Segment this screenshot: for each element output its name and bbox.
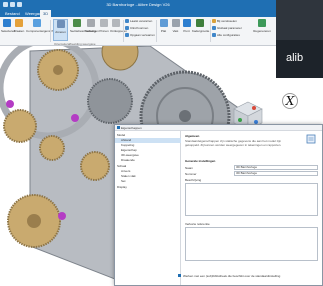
- name-label: Naam: [185, 166, 194, 170]
- brass-gear: [3, 109, 37, 143]
- tree-item[interactable]: Draaiende: [115, 158, 181, 163]
- brass-gear: [80, 151, 110, 181]
- pin-marker: [6, 100, 14, 108]
- parameter-icon: [212, 26, 216, 31]
- ribbon-separator: [123, 20, 124, 42]
- pin-marker: [71, 114, 79, 122]
- ribbon-button-label: Kadergrootte: [192, 29, 210, 33]
- ribbon-small-button[interactable]: Bij verwisselen: [212, 19, 237, 25]
- short-reference-textarea[interactable]: [185, 227, 318, 261]
- view-icon: [125, 26, 129, 31]
- view-icon: [125, 33, 129, 38]
- pin-icon: [100, 19, 108, 27]
- ribbon-button-flat[interactable]: Plat: [158, 19, 169, 33]
- section-icon: [73, 19, 81, 27]
- alibre-banner: alib: [276, 40, 323, 78]
- ribbon-button-label: Arceren: [55, 30, 66, 34]
- ribbon-button-hatch[interactable]: Arceren: [53, 19, 68, 41]
- cursor-icon: [3, 19, 11, 27]
- name-field[interactable]: 3D Barnhorloge: [234, 165, 318, 170]
- title-bar: 3D Barnhorloge - Alibre Design V26: [0, 0, 276, 9]
- gear-hub: [53, 65, 63, 75]
- ribbon-button-hide[interactable]: Verbergen: [85, 19, 99, 33]
- ribbon-small-label: Bij verwisselen: [217, 19, 237, 23]
- ribbon-separator: [210, 20, 211, 42]
- swap-icon: [212, 19, 216, 24]
- ribbon-tabs: Bestand Weergave 3D: [0, 9, 276, 17]
- properties-content: Algemeen Standaardeigenschappen zijn sta…: [182, 131, 322, 285]
- number-field[interactable]: 3D Barnhorloge: [234, 171, 318, 176]
- tree-item[interactable]: Display: [115, 185, 181, 190]
- ribbon-button-point[interactable]: Punt: [181, 19, 192, 33]
- window-title: 3D Barnhorloge - Alibre Design V26: [106, 2, 170, 7]
- flat-view-icon: [159, 19, 168, 27]
- pin-marker: [58, 212, 66, 220]
- properties-icon: [117, 126, 120, 129]
- rotate-icon: [15, 19, 23, 27]
- library-checkbox[interactable]: [178, 274, 181, 277]
- view-icon: [125, 19, 129, 24]
- document-icon: [306, 134, 316, 144]
- right-panel-top: [276, 0, 323, 40]
- hatch-icon: [56, 20, 65, 28]
- hide-icon: [87, 19, 95, 27]
- component-icon: [33, 19, 41, 27]
- gear-hub: [179, 110, 191, 122]
- tab-bestand[interactable]: Bestand: [2, 10, 23, 17]
- ribbon-small-button[interactable]: Laatst verwarren: [125, 19, 152, 25]
- properties-dialog: Eigenschappen Model Afstand Koppeling Ei…: [114, 124, 323, 286]
- ribbon-small-label: Laatst verwarren: [130, 19, 153, 23]
- alibre-banner-text: alib: [286, 52, 304, 64]
- ribbon-button-select[interactable]: Selecteren: [1, 19, 15, 33]
- ribbon-button-rotate[interactable]: Draaien: [13, 19, 25, 33]
- ribbon-small-label: Alle configuraties: [217, 33, 240, 37]
- ribbon-button-unlink[interactable]: Ontkoppelen: [110, 19, 127, 33]
- ribbon-separator: [156, 20, 157, 42]
- description-label: Beschrijving: [185, 178, 202, 182]
- dialog-title: Eigenschappen: [121, 126, 142, 130]
- ribbon-separator: [50, 20, 51, 42]
- ribbon-button-label: Verbergen: [85, 29, 99, 33]
- steel-gear: [87, 78, 133, 124]
- ribbon-small-label: Globaal parameter: [217, 26, 242, 30]
- ribbon-button-label: Vast: [172, 29, 179, 33]
- properties-tree: Model Afstand Koppeling Eigenschap 3D-we…: [115, 131, 181, 285]
- library-checkbox-label: Werken met een (sub)bibliotheek die besc…: [183, 274, 281, 278]
- ribbon-button-label: Pinnen: [99, 29, 109, 33]
- frame-icon: [196, 19, 204, 27]
- group-heading: Generele instellingen: [185, 159, 216, 163]
- ribbon-small-label: Clinchvormen: [130, 26, 149, 30]
- section-description: Standaardeigenschappen zijn statische ge…: [185, 139, 282, 147]
- ribbon-small-button[interactable]: Alle configuraties: [212, 33, 240, 39]
- ribbon-button-frame-size[interactable]: Kadergrootte: [192, 19, 210, 33]
- ribbon: Selecteren Draaien Componenteigenschappe…: [0, 17, 276, 46]
- ribbon-button-label: Regenereren: [253, 29, 271, 33]
- ribbon-small-label: Opgaan verwarren: [130, 33, 155, 37]
- ribbon-small-button[interactable]: Globaal parameter: [212, 26, 242, 32]
- number-label: Nummer: [185, 172, 197, 176]
- regenerate-icon: [258, 19, 266, 27]
- ribbon-button-solid[interactable]: Vast: [170, 19, 181, 33]
- ribbon-button-section-view[interactable]: Sectiebeschouwing: [70, 19, 96, 33]
- ribbon-small-button[interactable]: Opgaan verwarren: [125, 33, 155, 39]
- section-heading: Algemeen: [185, 134, 200, 138]
- tree-item[interactable]: Set: [115, 179, 181, 184]
- unlink-icon: [112, 19, 120, 27]
- ribbon-button-label: Plat: [160, 29, 167, 33]
- ribbon-small-button[interactable]: Clinchvormen: [125, 26, 148, 32]
- short-reference-label: Verkorte referentie: [185, 222, 210, 226]
- config-icon: [212, 33, 216, 38]
- ribbon-button-regenerate[interactable]: Regenereren: [252, 19, 272, 33]
- ribbon-button-label: Punt: [183, 29, 190, 33]
- solid-view-icon: [171, 19, 180, 27]
- description-textarea[interactable]: [185, 183, 318, 216]
- point-view-icon: [182, 19, 191, 27]
- tab-3d[interactable]: 3D: [40, 10, 52, 17]
- ribbon-button-component-properties[interactable]: Componenteigenschappen: [26, 19, 62, 33]
- ribbon-button-pin[interactable]: Pinnen: [98, 19, 110, 33]
- gear-hub: [27, 214, 41, 228]
- x-logo-icon[interactable]: X: [282, 93, 298, 109]
- ribbon-button-label: Draaien: [13, 29, 25, 33]
- brass-gear: [39, 135, 65, 161]
